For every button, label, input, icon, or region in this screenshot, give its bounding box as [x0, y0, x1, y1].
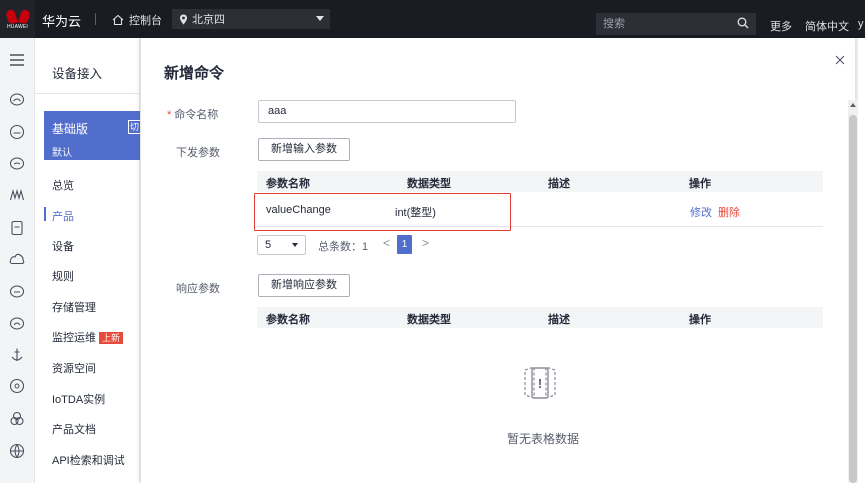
brand-name[interactable]: 华为云 [42, 11, 81, 30]
command-name-label-text: 命令名称 [174, 109, 219, 121]
console-label: 控制台 [129, 15, 162, 27]
table-header: 参数名称 数据类型 描述 操作 [257, 171, 823, 192]
sidebar-item-devices[interactable]: 设备 [52, 238, 74, 254]
scrollbar[interactable] [848, 100, 858, 483]
empty-table-message: 暂无表格数据 [507, 432, 580, 446]
highlight-annotation [254, 193, 511, 231]
top-bar: HUAWEI 华为云 控制台 北京四 搜索 更多 简体中文 y [0, 0, 865, 38]
region-label: 北京四 [192, 14, 225, 26]
sidebar-item-overview[interactable]: 总览 [52, 177, 74, 193]
sidebar-item-products[interactable]: 产品 [52, 208, 74, 224]
col-header-param-name: 参数名称 [266, 314, 310, 326]
col-header-description: 描述 [548, 178, 570, 190]
next-page-button[interactable]: > [422, 236, 429, 250]
region-selector[interactable]: 北京四 [172, 9, 330, 29]
edition-name: 基础版 [52, 122, 89, 136]
location-pin-icon [180, 14, 187, 24]
cloud-icon[interactable] [8, 154, 26, 172]
user-menu[interactable]: y [858, 18, 864, 30]
service-rail [0, 38, 35, 483]
anchor-icon[interactable] [8, 346, 26, 364]
iot-icon[interactable] [8, 186, 26, 204]
command-name-input[interactable]: aaa [258, 100, 516, 123]
page-right-edge [858, 38, 865, 483]
dialog-title: 新增命令 [164, 65, 225, 82]
col-header-description: 描述 [548, 314, 570, 326]
console-link[interactable]: 控制台 [112, 12, 162, 28]
close-icon[interactable] [833, 53, 847, 67]
logo-text: HUAWEI [6, 24, 28, 30]
cloud-icon[interactable] [8, 282, 26, 300]
command-name-label: * 命令名称 [167, 106, 218, 122]
edition-sub: 默认 [52, 148, 72, 159]
edit-link[interactable]: 修改 [690, 204, 712, 220]
edition-card[interactable]: 基础版 默认 切 [44, 111, 140, 160]
huawei-logo-mark [9, 8, 27, 22]
sidebar-item-monitoring[interactable]: 监控运维 上新 [52, 329, 124, 345]
new-badge: 上新 [99, 332, 124, 344]
active-indicator [44, 207, 46, 221]
sidebar-item-api[interactable]: API检索和调试 [52, 452, 125, 468]
link-icon[interactable] [8, 410, 26, 428]
menu-icon[interactable] [8, 51, 26, 69]
sidebar-item-docs[interactable]: 产品文档 [52, 421, 96, 437]
chevron-down-icon [316, 16, 324, 21]
add-command-dialog: 新增命令 * 命令名称 aaa 下发参数 新增输入参数 参数名称 数据类型 描述 … [141, 38, 855, 483]
required-marker: * [167, 109, 172, 121]
cloud-icon[interactable] [8, 250, 26, 268]
sidebar-item-rules[interactable]: 规则 [52, 268, 74, 284]
add-input-param-button[interactable]: 新增输入参数 [258, 138, 350, 161]
col-header-actions: 操作 [689, 178, 711, 190]
device-icon[interactable] [8, 219, 26, 237]
search-input[interactable]: 搜索 [596, 13, 756, 35]
sidebar-title: 设备接入 [52, 67, 103, 81]
prev-page-button[interactable]: < [383, 236, 390, 250]
sidebar-item-iotda-instance[interactable]: IoTDA实例 [52, 391, 105, 407]
edition-switch-button[interactable]: 切 [128, 120, 140, 134]
sidebar-item-label: 监控运维 [52, 332, 96, 344]
scrollbar-thumb[interactable] [849, 115, 857, 483]
col-header-data-type: 数据类型 [407, 314, 451, 326]
more-menu[interactable]: 更多 [770, 18, 792, 34]
total-count: 总条数：1 [318, 241, 369, 253]
col-header-data-type: 数据类型 [407, 178, 451, 190]
sidebar-item-storage[interactable]: 存储管理 [52, 299, 96, 315]
cloud-icon[interactable] [8, 377, 26, 395]
scroll-up-arrow-icon[interactable] [850, 103, 856, 107]
top-divider [95, 13, 96, 25]
globe-icon[interactable] [8, 442, 26, 460]
page-size-value: 5 [265, 239, 272, 251]
search-icon[interactable] [737, 17, 749, 29]
empty-data-icon: ! [524, 366, 556, 399]
secondary-sidebar: 设备接入 基础版 默认 切 总览 产品 设备 规则 存储管理 监控运维 上新 资源… [35, 38, 140, 483]
empty-icon-mark: ! [538, 376, 542, 391]
col-header-param-name: 参数名称 [266, 178, 310, 190]
sidebar-item-resource-space[interactable]: 资源空间 [52, 360, 96, 376]
send-params-label: 下发参数 [176, 147, 220, 159]
chevron-down-icon [292, 243, 298, 247]
delete-link[interactable]: 删除 [718, 204, 740, 220]
col-header-actions: 操作 [689, 314, 711, 326]
cloud-icon[interactable] [8, 90, 26, 108]
page-number-current[interactable]: 1 [397, 235, 412, 254]
cloud-icon[interactable] [8, 314, 26, 332]
language-selector[interactable]: 简体中文 [805, 18, 849, 34]
home-icon [112, 14, 124, 26]
table-header: 参数名称 数据类型 描述 操作 [257, 307, 823, 328]
sidebar-divider [35, 93, 140, 94]
huawei-logo[interactable]: HUAWEI [0, 0, 35, 38]
cloud-icon[interactable] [8, 123, 26, 141]
add-response-param-button[interactable]: 新增响应参数 [258, 274, 350, 297]
pagination: 5 总条数：1 < 1 > [257, 235, 457, 255]
page-size-select[interactable]: 5 [257, 235, 306, 255]
response-params-label: 响应参数 [176, 283, 220, 295]
